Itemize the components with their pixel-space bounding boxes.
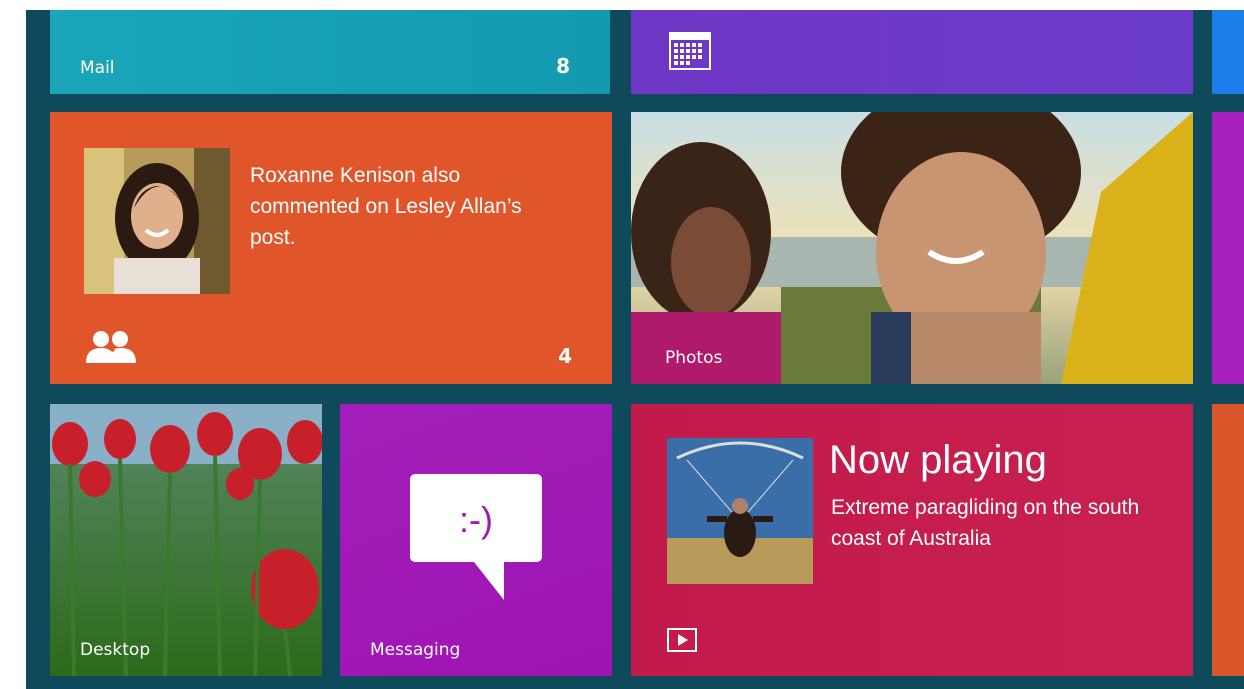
photos-tile[interactable]: Photos (631, 112, 1193, 384)
video-thumbnail (667, 438, 813, 584)
video-tile[interactable]: Now playing Extreme paragliding on the s… (631, 404, 1193, 676)
partial-purple-tile[interactable] (1212, 112, 1244, 384)
people-tile[interactable]: Roxanne Kenison also commented on Lesley… (50, 112, 612, 384)
start-screen: Mail 8 Roxanne Kenison also commented on… (26, 10, 1244, 689)
desktop-tile-label: Desktop (80, 640, 151, 660)
video-now-playing-title: Now playing (829, 438, 1047, 482)
play-icon (667, 628, 697, 652)
speech-bubble-icon: :-) (410, 474, 542, 600)
photos-image (631, 112, 1193, 384)
messaging-tile-label: Messaging (370, 640, 461, 660)
photos-tile-label: Photos (665, 348, 723, 368)
desktop-wallpaper-image (50, 404, 322, 676)
calendar-icon (669, 32, 711, 70)
mail-tile[interactable]: Mail 8 (50, 10, 610, 94)
desktop-tile[interactable]: Desktop (50, 404, 322, 676)
contact-photo (84, 148, 230, 294)
video-description: Extreme paragliding on the south coast o… (831, 496, 1140, 550)
emoticon-text: :-) (459, 499, 493, 540)
messaging-tile[interactable]: :-) Messaging (340, 404, 612, 676)
mail-tile-label: Mail (80, 58, 115, 78)
partial-orange-tile[interactable] (1212, 404, 1244, 676)
mail-unread-count: 8 (556, 54, 570, 78)
calendar-tile[interactable] (631, 10, 1193, 94)
partial-blue-tile[interactable] (1212, 10, 1244, 94)
people-notification-text: Roxanne Kenison also commented on Lesley… (250, 164, 522, 249)
people-notification-count: 4 (558, 344, 572, 368)
people-icon (86, 331, 136, 363)
